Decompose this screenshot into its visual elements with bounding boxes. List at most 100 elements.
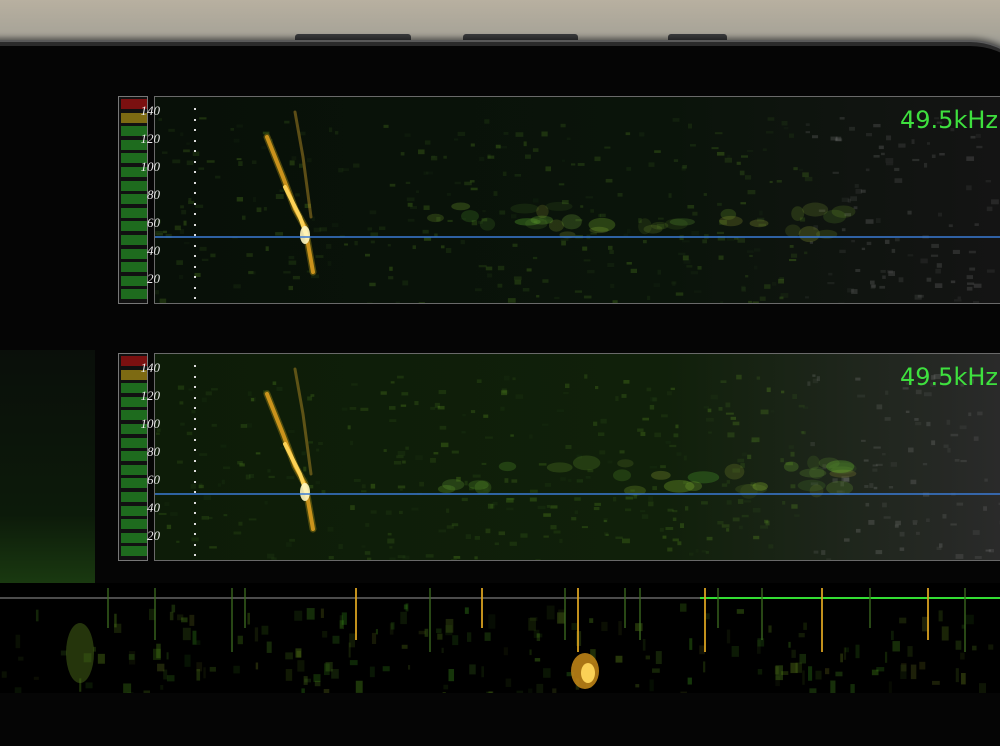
timeline-noise (618, 621, 621, 635)
noise-speck (512, 377, 515, 380)
timeline-noise (85, 682, 92, 688)
noise-speck (802, 431, 806, 434)
noise-speck (490, 504, 494, 508)
timeline-noise (469, 664, 475, 674)
noise-speck (987, 269, 995, 272)
noise-speck (973, 530, 980, 535)
noise-speck (884, 516, 891, 518)
noise-speck (805, 177, 813, 181)
noise-speck (210, 254, 215, 258)
noise-speck (678, 253, 685, 255)
noise-speck (886, 135, 891, 140)
noise-speck (559, 539, 562, 543)
noise-speck (717, 152, 724, 156)
timeline-noise (802, 670, 804, 684)
noise-speck (387, 539, 394, 544)
noise-speck (335, 131, 338, 134)
axis-tick (194, 512, 196, 514)
noise-speck (708, 409, 712, 413)
noise-speck (224, 514, 228, 516)
noise-speck (675, 425, 678, 429)
meter-segment (121, 546, 147, 556)
noise-speck (361, 545, 365, 547)
noise-speck (515, 174, 522, 177)
noise-speck (976, 134, 981, 138)
timeline-noise (652, 668, 660, 672)
axis-tick (194, 266, 196, 268)
noise-speck (862, 248, 865, 250)
noise-speck (575, 290, 582, 292)
noise-blob (525, 218, 548, 229)
noise-speck (885, 417, 891, 421)
noise-speck (598, 214, 601, 217)
noise-speck (766, 131, 774, 133)
noise-speck (622, 539, 630, 544)
noise-speck (471, 188, 478, 191)
noise-speck (671, 388, 675, 390)
noise-speck (195, 205, 203, 208)
spectrogram-view[interactable] (154, 96, 1000, 304)
noise-speck (594, 503, 601, 506)
noise-speck (802, 172, 809, 177)
left-spectrogram-edge (0, 350, 95, 585)
timeline-overview[interactable] (0, 583, 1000, 693)
noise-speck (720, 380, 726, 383)
noise-speck (648, 496, 653, 501)
noise-speck (770, 181, 773, 183)
noise-speck (394, 461, 401, 465)
noise-speck (791, 254, 797, 258)
timeline-noise (342, 612, 347, 624)
noise-speck (289, 256, 295, 259)
axis-tick (194, 245, 196, 247)
noise-speck (856, 529, 861, 533)
noise-speck (642, 418, 649, 421)
noise-speck (839, 250, 845, 253)
noise-speck (864, 459, 869, 461)
noise-speck (582, 247, 587, 251)
noise-speck (286, 476, 294, 479)
noise-speck (749, 255, 753, 257)
noise-speck (451, 559, 457, 561)
noise-speck (899, 277, 904, 282)
noise-speck (404, 133, 410, 137)
noise-speck (642, 514, 648, 519)
noise-speck (663, 536, 667, 539)
noise-speck (447, 193, 451, 196)
timeline-noise (790, 663, 797, 673)
timeline-noise (402, 645, 408, 649)
timeline-noise (16, 635, 21, 648)
noise-speck (440, 426, 447, 430)
noise-speck (673, 539, 679, 542)
noise-speck (267, 554, 274, 559)
noise-speck (759, 211, 763, 216)
noise-speck (604, 532, 608, 536)
timeline-noise (972, 646, 976, 651)
noise-speck (402, 461, 406, 464)
noise-speck (865, 503, 869, 507)
noise-speck (407, 198, 415, 202)
noise-speck (511, 214, 516, 218)
noise-speck (273, 381, 277, 385)
noise-speck (650, 405, 654, 410)
timeline-noise (170, 612, 174, 620)
noise-speck (793, 167, 797, 170)
noise-speck (660, 465, 666, 468)
axis-tick-label: 20 (126, 528, 160, 544)
noise-blob (573, 455, 600, 470)
noise-speck (536, 295, 539, 297)
noise-speck (960, 460, 966, 462)
noise-speck (627, 262, 632, 265)
timeline-noise (889, 681, 892, 693)
noise-speck (211, 388, 218, 390)
noise-blob (451, 202, 470, 210)
axis-tick (194, 171, 196, 173)
noise-speck (550, 505, 557, 508)
timeline-noise (543, 668, 551, 678)
spectrogram-view[interactable] (154, 353, 1000, 561)
noise-speck (265, 501, 268, 505)
axis-tick (194, 203, 196, 205)
noise-speck (745, 175, 751, 179)
noise-speck (398, 555, 406, 558)
timeline-noise (781, 671, 788, 675)
timeline-noise (643, 639, 646, 651)
